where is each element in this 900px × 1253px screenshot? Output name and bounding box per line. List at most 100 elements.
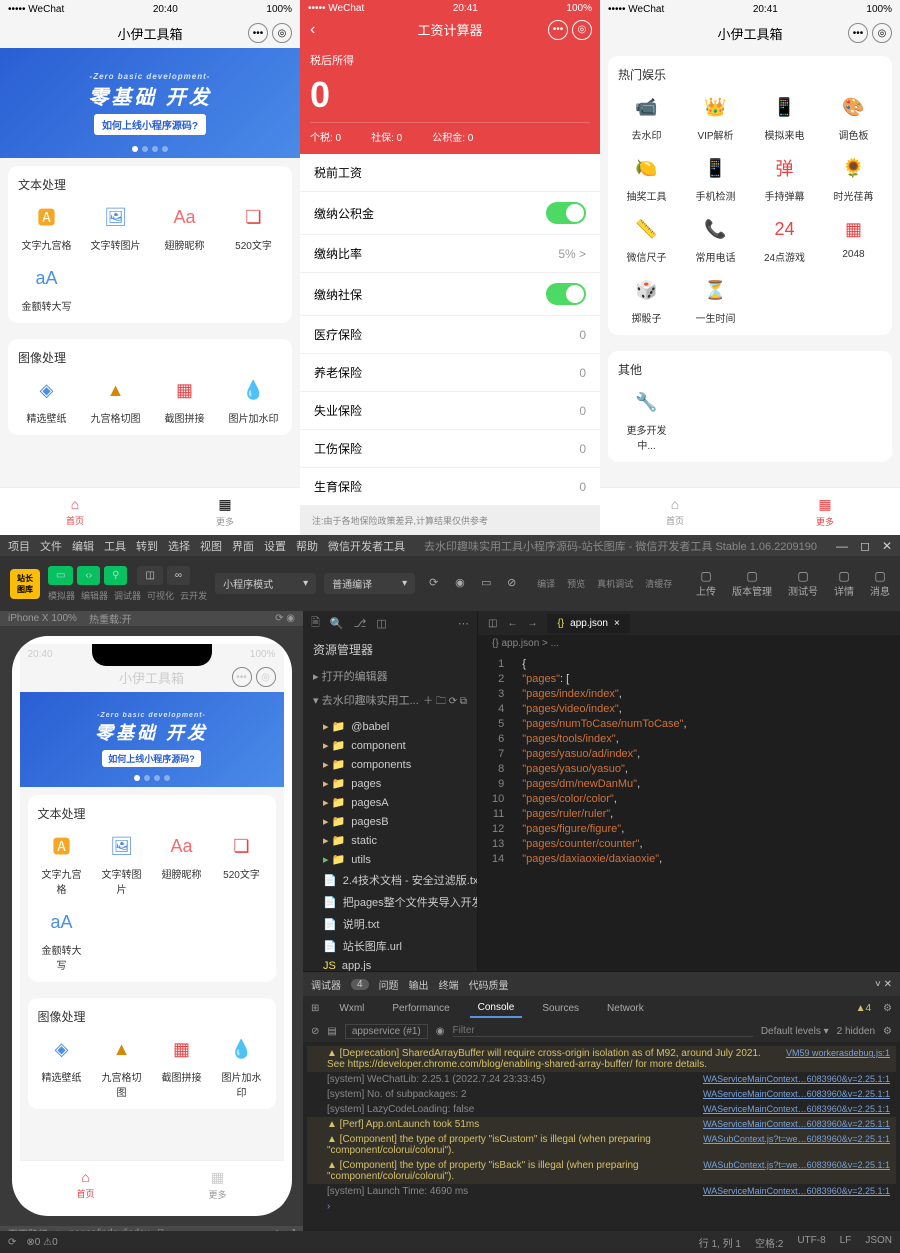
grid-item[interactable]: 💧图片加水印 xyxy=(225,376,282,425)
grid-item[interactable]: 📹去水印 xyxy=(618,93,675,142)
visual-button[interactable]: ◫ xyxy=(137,566,162,585)
menu-item[interactable]: 设置 xyxy=(264,538,286,554)
file-tree-item[interactable]: ▸ 📁components xyxy=(303,755,477,774)
tab-home[interactable]: ⌂首页 xyxy=(600,488,750,535)
explorer-ext-icon[interactable]: ◫ xyxy=(376,617,386,630)
debugger-button[interactable]: ⚲ xyxy=(104,566,127,585)
grid-item[interactable]: ◈精选壁纸 xyxy=(18,376,75,425)
list-row[interactable]: 失业保险0 xyxy=(300,392,600,430)
file-tree-item[interactable]: 📄把pages整个文件夹导入开发... xyxy=(303,891,477,913)
tab-more[interactable]: ▦更多 xyxy=(150,488,300,535)
list-row[interactable]: 医疗保险0 xyxy=(300,316,600,354)
device-label[interactable]: iPhone X 100% xyxy=(8,613,77,624)
devtools-tab[interactable]: Network xyxy=(599,1000,652,1017)
list-row[interactable]: 工伤保险0 xyxy=(300,430,600,468)
level-select[interactable]: Default levels ▾ xyxy=(761,1026,829,1037)
console-settings-icon[interactable]: ⚙ xyxy=(883,1026,892,1037)
simulator-button[interactable]: ▭ xyxy=(48,566,73,585)
grid-item[interactable]: ❏520文字 xyxy=(225,203,282,252)
minimize-icon[interactable]: — xyxy=(836,539,848,553)
grid-item[interactable]: 弹手持弹幕 xyxy=(756,154,813,203)
file-tree-item[interactable]: ▸ 📁pagesB xyxy=(303,812,477,831)
menu-item[interactable]: 微信开发者工具 xyxy=(328,538,405,554)
grid-item[interactable]: 🌻时光荏苒 xyxy=(825,154,882,203)
capsule-close-icon[interactable]: ◎ xyxy=(272,23,292,43)
explorer-git-icon[interactable]: ⎇ xyxy=(354,617,367,630)
console-log[interactable]: [system] LazyCodeLoading: falseWAService… xyxy=(307,1102,896,1117)
grid-item[interactable]: 🖼文字转图片 xyxy=(98,832,146,896)
debug-tab[interactable]: 代码质量 xyxy=(469,977,509,992)
indent[interactable]: 空格:2 xyxy=(755,1235,783,1250)
menu-item[interactable]: 项目 xyxy=(8,538,30,554)
status-error-icon[interactable]: ⊗0 ⚠0 xyxy=(26,1237,57,1248)
file-tree-item[interactable]: ▸ 📁@babel xyxy=(303,717,477,736)
eye-icon[interactable]: ◉ xyxy=(436,1026,445,1037)
grid-item[interactable]: ❏520文字 xyxy=(218,832,266,896)
filter-input[interactable] xyxy=(453,1025,753,1037)
list-row[interactable]: 缴纳比率5% > xyxy=(300,235,600,273)
code-area[interactable]: 1234567891011121314 { "pages": [ "pages/… xyxy=(478,652,900,971)
capsule-more-icon[interactable]: ••• xyxy=(248,23,268,43)
preview-icon[interactable]: ◉ xyxy=(455,576,471,592)
list-row[interactable]: 缴纳公积金 xyxy=(300,192,600,235)
menu-item[interactable]: 工具 xyxy=(104,538,126,554)
grid-item[interactable]: ⏳一生时间 xyxy=(687,276,744,325)
file-tree-item[interactable]: 📄2.4技术文档 - 安全过滤版.txt xyxy=(303,869,477,891)
hidden-count[interactable]: 2 hidden xyxy=(837,1026,875,1037)
tab-home[interactable]: ⌂首页 xyxy=(20,1161,152,1208)
context-select[interactable]: appservice (#1) xyxy=(345,1024,428,1039)
list-row[interactable]: 生育保险0 xyxy=(300,468,600,506)
maximize-icon[interactable]: ◻ xyxy=(860,539,870,553)
menu-item[interactable]: 帮助 xyxy=(296,538,318,554)
grid-item[interactable]: 🍋抽奖工具 xyxy=(618,154,675,203)
tab-more[interactable]: ▦更多 xyxy=(152,1161,284,1208)
mode-select[interactable]: 小程序模式▾ xyxy=(215,573,316,594)
panel-collapse-icon[interactable]: ˅ ✕ xyxy=(875,979,892,990)
grid-item[interactable]: 💧图片加水印 xyxy=(218,1035,266,1099)
menu-item[interactable]: 选择 xyxy=(168,538,190,554)
tab-home[interactable]: ⌂首页 xyxy=(0,488,150,535)
switch-toggle[interactable] xyxy=(546,283,586,305)
file-tree-item[interactable]: ▸ 📁static xyxy=(303,831,477,850)
devtools-tab[interactable]: Sources xyxy=(534,1000,587,1017)
list-row[interactable]: 缴纳社保 xyxy=(300,273,600,316)
explorer-file-icon[interactable]: 🗎 xyxy=(311,614,320,633)
toolbar-action[interactable]: ▢消息 xyxy=(870,569,890,598)
warning-count[interactable]: ▲4 xyxy=(856,1003,871,1014)
menu-item[interactable]: 编辑 xyxy=(72,538,94,554)
file-tree-item[interactable]: 📄说明.txt xyxy=(303,913,477,935)
grid-item[interactable]: ▲九宫格切图 xyxy=(87,376,144,425)
grid-item[interactable]: Aa翅膀昵称 xyxy=(156,203,213,252)
console-log[interactable]: ▲ [Perf] App.onLaunch took 51msWAService… xyxy=(307,1117,896,1132)
grid-item[interactable]: ▦2048 xyxy=(825,215,882,264)
console-sidebar-icon[interactable]: ▤ xyxy=(327,1026,336,1037)
capsule-more-icon[interactable]: ••• xyxy=(548,20,568,40)
list-row[interactable]: 养老保险0 xyxy=(300,354,600,392)
grid-item[interactable]: 🎲掷骰子 xyxy=(618,276,675,325)
nav-back-icon[interactable]: ← xyxy=(507,618,517,629)
devtools-tab[interactable]: Performance xyxy=(384,1000,457,1017)
grid-item[interactable]: 📏微信尺子 xyxy=(618,215,675,264)
debug-tab[interactable]: 输出 xyxy=(409,977,429,992)
grid-item[interactable]: ▦截图拼接 xyxy=(156,376,213,425)
file-tree-item[interactable]: ▸ 📁pages xyxy=(303,774,477,793)
console-log[interactable]: ▲ [Deprecation] SharedArrayBuffer will r… xyxy=(307,1046,896,1072)
capsule-close-icon[interactable]: ◎ xyxy=(256,667,276,687)
menu-item[interactable]: 视图 xyxy=(200,538,222,554)
grid-item[interactable]: aA金额转大写 xyxy=(38,908,86,972)
grid-item[interactable]: ▲九宫格切图 xyxy=(98,1035,146,1099)
devtools-tab[interactable]: Wxml xyxy=(331,1000,372,1017)
console-log[interactable]: ▲ [Component] the type of property "isBa… xyxy=(307,1158,896,1184)
status-sync-icon[interactable]: ⟳ xyxy=(8,1237,16,1248)
file-tree-item[interactable]: ▸ 📁utils xyxy=(303,850,477,869)
grid-item[interactable]: Aa翅膀昵称 xyxy=(158,832,206,896)
grid-item[interactable]: 🅰文字九宫格 xyxy=(18,203,75,252)
grid-item[interactable]: 🖼文字转图片 xyxy=(87,203,144,252)
banner[interactable]: -Zero basic development- 零基础 开发 如何上线小程序源… xyxy=(0,48,300,158)
menu-item[interactable]: 转到 xyxy=(136,538,158,554)
grid-item[interactable]: ▦截图拼接 xyxy=(158,1035,206,1099)
language[interactable]: JSON xyxy=(865,1235,892,1250)
back-icon[interactable]: ‹ xyxy=(310,21,315,39)
debug-tab[interactable]: 问题 xyxy=(379,977,399,992)
devtools-menu-icon[interactable]: ⊞ xyxy=(311,1003,319,1014)
